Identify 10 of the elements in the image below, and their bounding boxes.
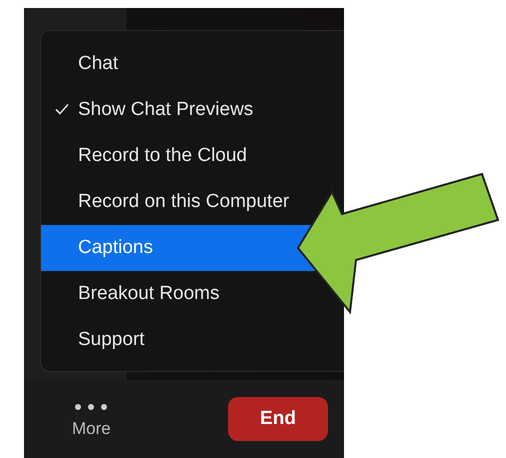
end-button[interactable]: End [228, 397, 328, 441]
checkmark-icon [55, 102, 69, 116]
dots-icon [73, 403, 110, 411]
menu-item[interactable]: Support [41, 317, 344, 363]
menu-item[interactable]: Record on this Computer [41, 179, 344, 225]
menu-item[interactable]: Breakout Rooms [41, 271, 344, 317]
menu-item[interactable]: Chat [41, 41, 344, 87]
menu-item[interactable]: Record to the Cloud [41, 133, 344, 179]
menu-item[interactable]: Show Chat Previews [41, 87, 344, 133]
more-button[interactable]: More [72, 403, 111, 439]
